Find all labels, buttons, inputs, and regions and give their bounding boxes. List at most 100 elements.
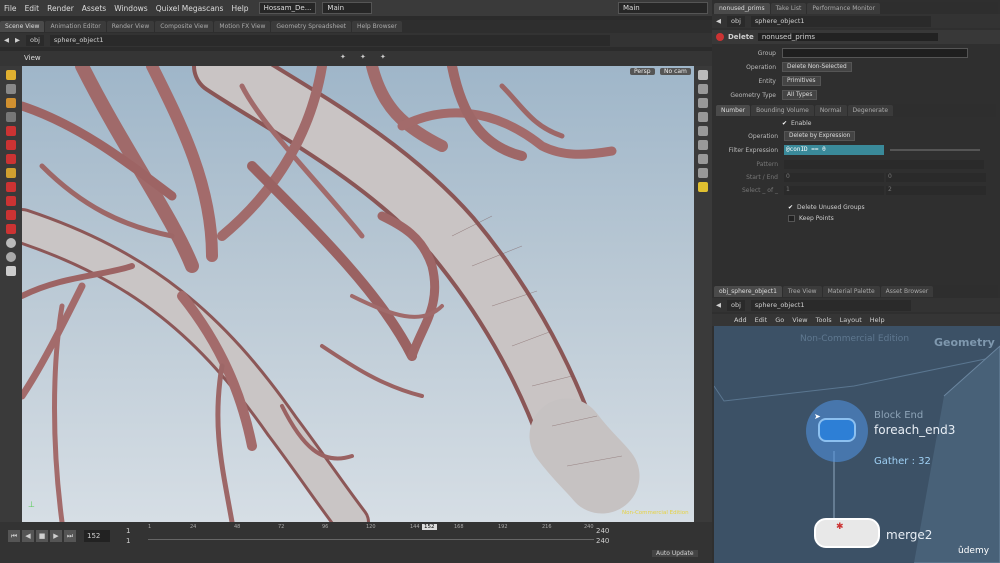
camera-dropdown[interactable]: No cam: [660, 68, 691, 75]
menu-help[interactable]: Help: [227, 4, 252, 13]
measure-tool-icon[interactable]: [6, 196, 16, 206]
network-path-node[interactable]: sphere_object1: [750, 299, 911, 311]
sculpt-tool-icon[interactable]: [6, 224, 16, 234]
tab-scene-view[interactable]: Scene View: [0, 21, 45, 32]
camera-tool-icon[interactable]: [6, 252, 16, 262]
3d-viewport[interactable]: Persp No cam Non-Commercial Edition ⊥: [22, 66, 694, 522]
path-obj[interactable]: obj: [26, 34, 44, 46]
view-tool-icon[interactable]: [6, 168, 16, 178]
snap-icon[interactable]: ✦: [340, 53, 346, 61]
select-a-field[interactable]: 1: [784, 185, 884, 195]
snap-grid-icon[interactable]: ✦: [360, 53, 366, 61]
network-menu-help[interactable]: Help: [870, 316, 885, 324]
tab-asset-browser[interactable]: Asset Browser: [880, 286, 934, 297]
start-frame[interactable]: 1: [126, 527, 130, 535]
brush-tool-icon[interactable]: [6, 154, 16, 164]
network-menu-go[interactable]: Go: [775, 316, 784, 324]
end-field[interactable]: 0: [886, 172, 986, 182]
shading-icon[interactable]: [698, 98, 708, 108]
menu-edit[interactable]: Edit: [21, 4, 44, 13]
back-arrow-icon[interactable]: ◀: [716, 17, 721, 25]
pose-tool-icon[interactable]: [6, 140, 16, 150]
back-arrow-icon[interactable]: ◀: [716, 301, 721, 309]
snapshot-icon[interactable]: [698, 182, 708, 192]
geotype-dropdown[interactable]: All Types: [782, 90, 818, 100]
filter-expression-field[interactable]: @conID == 0: [784, 145, 884, 155]
network-menu-view[interactable]: View: [792, 316, 807, 324]
render-tool-icon[interactable]: [6, 238, 16, 248]
tab-number[interactable]: Number: [716, 105, 751, 116]
lighting-icon[interactable]: [698, 84, 708, 94]
magnet-tool-icon[interactable]: [6, 182, 16, 192]
timeline-ruler[interactable]: 1 24 48 72 96 120 144 152 168 192 216 24…: [148, 524, 594, 540]
start-field[interactable]: 0: [784, 172, 884, 182]
desktop-selector[interactable]: Main: [322, 2, 373, 14]
entity-dropdown[interactable]: Primitives: [782, 76, 821, 86]
tab-material-palette[interactable]: Material Palette: [822, 286, 880, 297]
playhead[interactable]: 152: [422, 524, 437, 530]
delete-unused-checkbox[interactable]: ✔: [788, 204, 793, 211]
param-path-obj[interactable]: obj: [727, 15, 745, 27]
end-frame[interactable]: 240: [596, 527, 609, 535]
network-path-obj[interactable]: obj: [727, 299, 745, 311]
display-options-icon[interactable]: [698, 70, 708, 80]
operation-dropdown[interactable]: Delete Non-Selected: [782, 62, 852, 72]
play-back-icon[interactable]: ◀: [22, 530, 34, 542]
grid-icon[interactable]: [698, 154, 708, 164]
rotate-tool-icon[interactable]: [6, 98, 16, 108]
tab-help-browser[interactable]: Help Browser: [352, 21, 402, 32]
first-frame-icon[interactable]: ⏮: [8, 530, 20, 542]
wireframe-icon[interactable]: [698, 112, 708, 122]
persp-dropdown[interactable]: Persp: [630, 68, 655, 75]
path-node[interactable]: sphere_object1: [49, 34, 610, 46]
auto-update-dropdown[interactable]: Auto Update: [652, 550, 698, 557]
network-editor[interactable]: Non-Commercial Edition Geometry ➤ Block …: [714, 326, 1000, 563]
background-icon[interactable]: [698, 168, 708, 178]
tab-bounding-volume[interactable]: Bounding Volume: [751, 105, 814, 116]
node-name-field[interactable]: nonused_prims: [757, 33, 938, 41]
keep-points-checkbox[interactable]: [788, 214, 795, 222]
menu-quixel[interactable]: Quixel Megascans: [152, 4, 228, 13]
handle-tool-icon[interactable]: [6, 126, 16, 136]
network-menu-edit[interactable]: Edit: [755, 316, 768, 324]
stop-icon[interactable]: ■: [36, 530, 48, 542]
param-path-node[interactable]: sphere_object1: [750, 15, 931, 27]
tab-performance-monitor[interactable]: Performance Monitor: [807, 3, 881, 14]
menu-render[interactable]: Render: [43, 4, 78, 13]
move-tool-icon[interactable]: [6, 84, 16, 94]
menu-assets[interactable]: Assets: [78, 4, 110, 13]
back-arrow-icon[interactable]: ◀: [4, 36, 9, 44]
select-tool-icon[interactable]: [6, 70, 16, 80]
snap-prim-icon[interactable]: ✦: [380, 53, 386, 61]
tab-composite-view[interactable]: Composite View: [155, 21, 214, 32]
desktop-main-selector[interactable]: Main: [618, 2, 708, 14]
forward-arrow-icon[interactable]: ▶: [15, 36, 20, 44]
tab-motion-fx-view[interactable]: Motion FX View: [214, 21, 271, 32]
menu-file[interactable]: File: [0, 4, 21, 13]
network-menu-layout[interactable]: Layout: [840, 316, 862, 324]
enable-checkbox[interactable]: ✔: [782, 120, 787, 127]
tab-animation-editor[interactable]: Animation Editor: [45, 21, 106, 32]
foreach-end-node[interactable]: [818, 418, 856, 442]
lights-tool-icon[interactable]: [6, 266, 16, 276]
op2-dropdown[interactable]: Delete by Expression: [784, 131, 856, 141]
last-frame-icon[interactable]: ⏭: [64, 530, 76, 542]
end-frame-2[interactable]: 240: [596, 537, 609, 545]
tab-render-view[interactable]: Render View: [106, 21, 155, 32]
group-field[interactable]: [782, 48, 968, 58]
project-selector[interactable]: Hossam_De...: [258, 2, 317, 14]
points-icon[interactable]: [698, 126, 708, 136]
pattern-field[interactable]: [784, 159, 984, 169]
tab-obj-sphere-object1[interactable]: obj_sphere_object1: [714, 286, 782, 297]
tab-tree-view[interactable]: Tree View: [782, 286, 822, 297]
merge-node[interactable]: [814, 518, 880, 548]
start-frame-2[interactable]: 1: [126, 537, 130, 545]
menu-windows[interactable]: Windows: [110, 4, 151, 13]
current-frame-field[interactable]: 152: [84, 530, 110, 542]
scale-tool-icon[interactable]: [6, 112, 16, 122]
tab-take-list[interactable]: Take List: [770, 3, 807, 14]
select-b-field[interactable]: 2: [886, 185, 986, 195]
tab-geometry-spreadsheet[interactable]: Geometry Spreadsheet: [271, 21, 351, 32]
filter-slider[interactable]: [890, 149, 980, 151]
tab-normal[interactable]: Normal: [814, 105, 847, 116]
